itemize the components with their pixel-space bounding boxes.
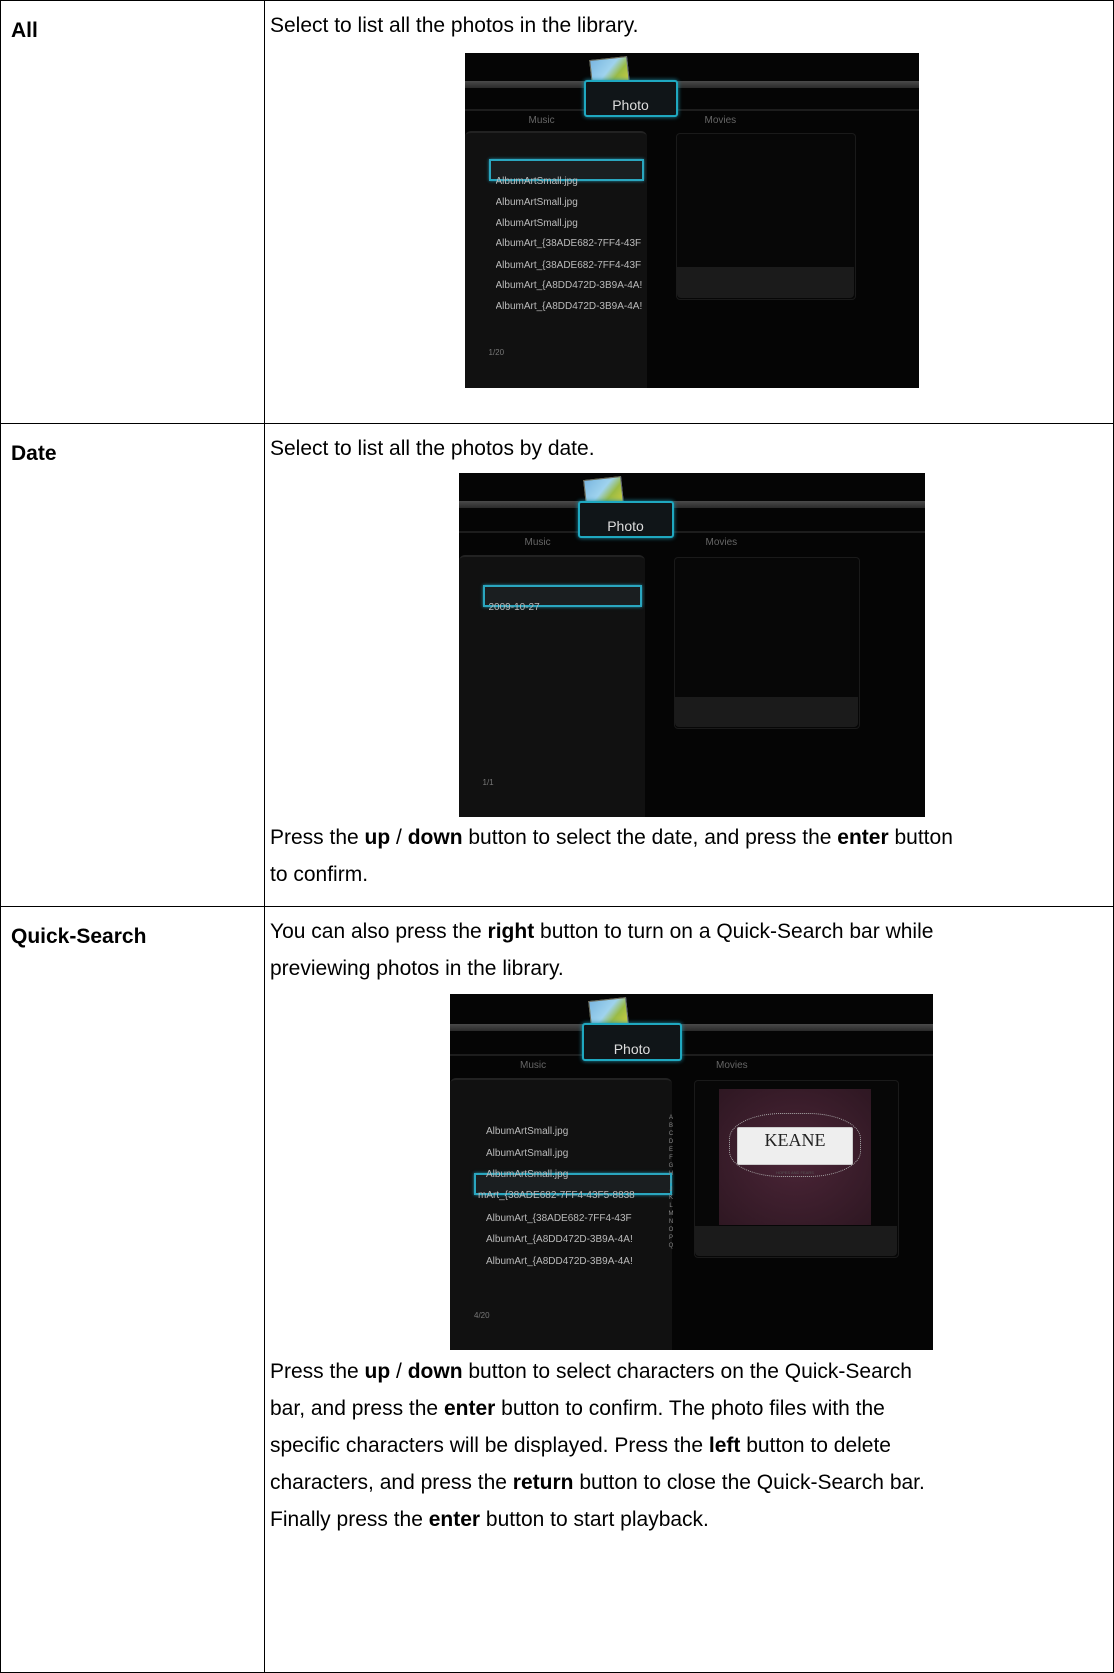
quick-search-letter[interactable]: J <box>668 1186 674 1194</box>
row-quick-search: Quick-Search You can also press the righ… <box>0 906 1114 1673</box>
quick-search-letter[interactable]: L <box>668 1202 674 1210</box>
key-down: down <box>407 1360 463 1383</box>
quick-search-instructions-1: Press the up / down button to select cha… <box>270 1360 912 1383</box>
key-return: return <box>512 1471 574 1494</box>
quick-search-letter[interactable]: A <box>668 1114 674 1122</box>
quick-search-letter[interactable]: G <box>668 1162 674 1170</box>
quick-search-letter[interactable]: P <box>668 1234 674 1242</box>
quick-search-letter[interactable]: I <box>668 1178 674 1186</box>
quick-search-instructions-3: specific characters will be displayed. P… <box>270 1434 891 1457</box>
quick-search-description: You can also press the right button to t… <box>270 920 934 943</box>
preview-info-bar <box>695 1226 897 1256</box>
quick-search-letter[interactable]: D <box>668 1138 674 1146</box>
quick-search-letter[interactable]: N <box>668 1218 674 1226</box>
tab-movies: Movies <box>716 1060 748 1071</box>
quick-search-letter[interactable]: O <box>668 1226 674 1234</box>
date-item: 2009-10-27 <box>488 602 540 613</box>
tab-photo: Photo <box>577 501 674 538</box>
row-date: Date Select to list all the photos by da… <box>0 423 1114 907</box>
quick-search-letter[interactable]: K <box>668 1194 674 1202</box>
quick-search-letter[interactable]: M <box>668 1210 674 1218</box>
quick-search-instructions-4: characters, and press the return button … <box>270 1471 925 1494</box>
tab-photo: Photo <box>583 80 678 117</box>
key-down: down <box>407 826 463 849</box>
key-right: right <box>487 920 535 943</box>
screenshot-all: Music Photo Movies AlbumArtSmall.jpg Alb… <box>464 53 919 388</box>
tab-movies: Movies <box>705 537 738 548</box>
key-up: up <box>364 826 391 849</box>
list-item: AlbumArt_{A8DD472D-3B9A-4A! <box>486 1256 633 1267</box>
quick-search-instructions-2: bar, and press the enter button to confi… <box>270 1397 885 1420</box>
key-enter: enter <box>837 826 889 849</box>
art-subtitle: HOPES AND FEARS <box>776 1170 814 1175</box>
quick-search-letter[interactable]: E <box>668 1146 674 1154</box>
feature-table: All Select to list all the photos in the… <box>0 0 1114 1673</box>
quick-search-description-line2: previewing photos in the library. <box>270 957 564 980</box>
quick-search-letter[interactable]: C <box>668 1130 674 1138</box>
page-indicator: 1/20 <box>488 348 505 357</box>
tab-photo: Photo <box>582 1023 682 1061</box>
key-enter: enter <box>443 1397 496 1420</box>
date-instructions: Press the up / down button to select the… <box>270 826 953 849</box>
screenshot-quick-search: Music Photo Movies KEANE HOPES AND FEARS… <box>450 994 933 1350</box>
row-label-all: All <box>0 0 265 424</box>
quick-search-letter[interactable]: B <box>668 1122 674 1130</box>
date-instructions-line2: to confirm. <box>270 863 369 886</box>
preview-info-bar <box>674 697 858 727</box>
quick-search-bar: ABCDEFGHIJKLMNOPQ <box>668 1114 674 1250</box>
page-indicator: 1/1 <box>482 778 494 787</box>
preview-info-bar <box>676 267 854 298</box>
date-description: Select to list all the photos by date. <box>270 437 595 460</box>
page-indicator: 4/20 <box>474 1311 490 1320</box>
quick-search-letter[interactable]: H <box>668 1170 674 1178</box>
key-up: up <box>364 1360 391 1383</box>
row-label-quick-search: Quick-Search <box>0 906 265 1673</box>
row-content-date: Select to list all the photos by date. M… <box>264 423 1114 907</box>
row-content-all: Select to list all the photos in the lib… <box>264 0 1114 424</box>
list-item: AlbumArt_{A8DD472D-3B9A-4A! <box>495 301 643 312</box>
all-description: Select to list all the photos in the lib… <box>270 14 639 37</box>
screenshot-date: Music Photo Movies 2009-10-27 1/1 <box>458 473 925 817</box>
quick-search-letter[interactable]: F <box>668 1154 674 1162</box>
row-all: All Select to list all the photos in the… <box>0 0 1114 424</box>
quick-search-letter[interactable]: Q <box>668 1242 674 1250</box>
album-art-preview: KEANE HOPES AND FEARS <box>719 1089 871 1225</box>
key-left: left <box>708 1434 741 1457</box>
row-content-quick-search: You can also press the right button to t… <box>264 906 1114 1673</box>
quick-search-instructions-5: Finally press the enter button to start … <box>270 1508 709 1531</box>
key-enter: enter <box>428 1508 481 1531</box>
row-label-date: Date <box>0 423 265 907</box>
